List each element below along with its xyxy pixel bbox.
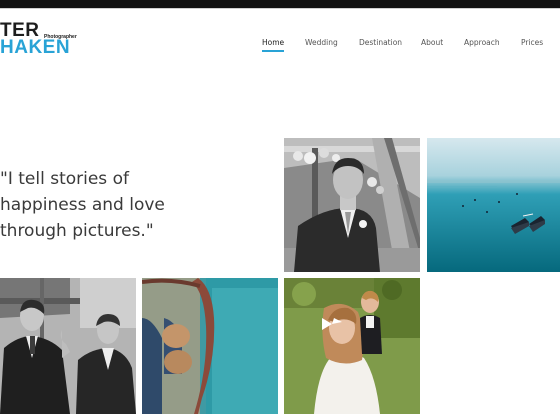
groomsmen-photo[interactable] <box>0 278 136 414</box>
groomsmen-image <box>0 278 136 414</box>
lake-boats-photo[interactable] <box>427 138 560 272</box>
nav-about-label: About <box>421 38 444 47</box>
groom-image <box>284 138 420 272</box>
nav-active-underline <box>262 50 285 52</box>
nav-home[interactable]: Home <box>262 38 285 52</box>
flower-girl-photo[interactable] <box>284 278 420 414</box>
nav-approach[interactable]: Approach <box>464 38 500 47</box>
groom-photo[interactable] <box>284 138 420 272</box>
quote-line-2: happiness and love <box>0 195 165 215</box>
nav-destination[interactable]: Destination <box>359 38 402 47</box>
flower-girl-image <box>284 278 420 414</box>
nav-wedding-label: Wedding <box>305 38 338 47</box>
lake-image <box>427 138 560 272</box>
nav-wedding[interactable]: Wedding <box>305 38 338 47</box>
main-nav: Home Wedding Destination About Approach … <box>0 38 560 58</box>
nav-prices-label: Prices <box>521 38 544 47</box>
shoes-image <box>142 278 278 414</box>
top-bar <box>0 0 560 8</box>
quote-line-3: through pictures." <box>0 221 154 241</box>
nav-about[interactable]: About <box>421 38 443 47</box>
nav-approach-label: Approach <box>464 38 500 47</box>
top-divider <box>0 8 560 9</box>
nav-destination-label: Destination <box>359 38 403 47</box>
nav-prices[interactable]: Prices <box>521 38 543 47</box>
hero-quote: "I tell stories of happiness and love th… <box>0 166 250 244</box>
quote-line-1: "I tell stories of <box>0 169 129 189</box>
shoes-photo[interactable] <box>142 278 278 414</box>
nav-home-label: Home <box>262 38 285 47</box>
